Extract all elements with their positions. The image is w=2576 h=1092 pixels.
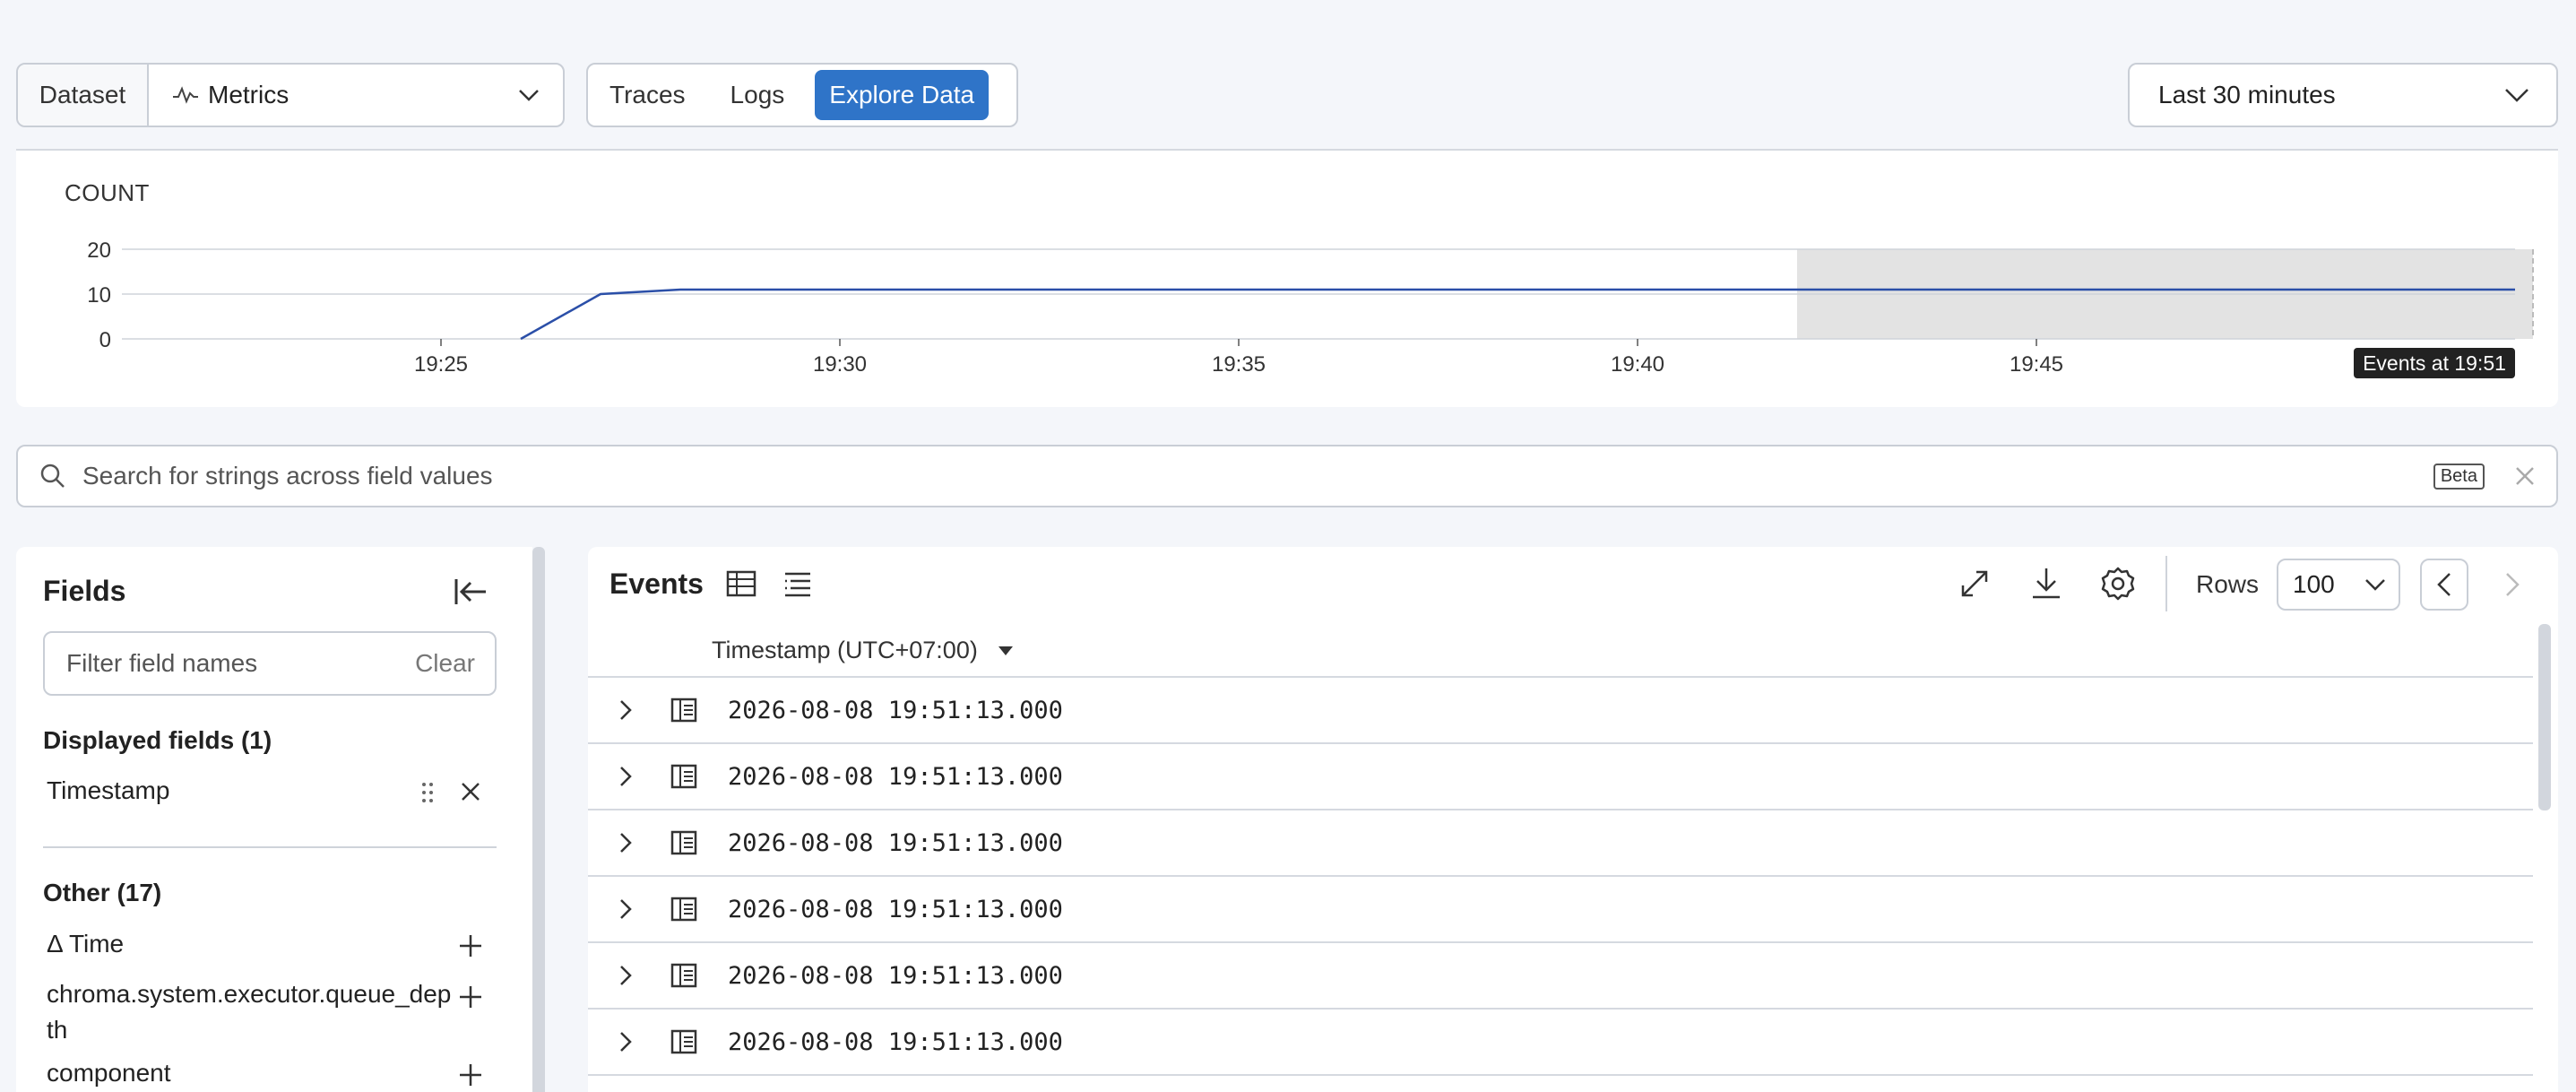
filter-field-names-input[interactable]: Filter field names Clear [43,631,497,696]
document-icon[interactable] [663,697,705,724]
document-icon[interactable] [663,829,705,856]
collapse-sidebar-icon[interactable] [454,576,488,608]
time-range-value: Last 30 minutes [2158,81,2336,108]
field-component: component [47,1059,171,1087]
close-icon[interactable] [2515,466,2535,486]
tab-logs[interactable]: Logs [716,70,800,120]
chevron-right-icon[interactable] [604,699,647,721]
event-timestamp: 2026-08-08 19:51:13.000 [728,895,1063,923]
table-row[interactable]: 2026-08-08 19:51:13.000 [588,1010,2533,1076]
dataset-value: Metrics [208,81,290,108]
fields-scrollbar[interactable] [532,547,545,1092]
search-bar[interactable]: Search for strings across field values B… [16,445,2558,507]
field-queue-depth: chroma.system.executor.queue_dep [47,980,452,1008]
clear-filter-button[interactable]: Clear [415,649,475,678]
events-scrollbar[interactable] [2538,624,2551,810]
fields-panel [16,547,532,1092]
toolbar-separator [2165,556,2167,611]
table-row[interactable]: 2026-08-08 19:51:13.000 [588,744,2533,810]
expand-icon[interactable] [1959,568,1990,599]
x-tick-label: 19:40 [1611,352,1664,377]
document-icon[interactable] [663,1028,705,1055]
chevron-right-icon[interactable] [604,1031,647,1053]
displayed-fields-header: Displayed fields (1) [43,726,272,754]
other-fields-header: Other (17) [43,879,162,906]
add-field-icon[interactable] [459,934,482,958]
add-field-icon[interactable] [459,1063,482,1087]
chart-title: COUNT [65,179,150,206]
event-timestamp: 2026-08-08 19:51:13.000 [728,696,1063,724]
y-tick-label: 0 [99,328,111,352]
prev-page-button[interactable] [2420,559,2468,611]
field-queue-depth-wrap: th [47,1016,68,1044]
chevron-left-icon [2437,573,2451,596]
tab-explore-data[interactable]: Explore Data [815,70,990,120]
chevron-down-icon [519,90,539,101]
table-row[interactable]: 2026-08-08 19:51:13.000 [588,943,2533,1010]
chevron-right-icon [2506,573,2520,596]
add-field-icon[interactable] [459,985,482,1009]
list-view-icon[interactable] [783,570,812,597]
chevron-right-icon[interactable] [604,832,647,854]
rows-value: 100 [2293,570,2335,598]
event-timestamp: 2026-08-08 19:51:13.000 [728,961,1063,990]
x-tick-label: 19:25 [414,352,468,377]
tab-traces[interactable]: Traces [595,70,700,120]
chevron-right-icon[interactable] [604,965,647,986]
timestamp-column-header[interactable]: Timestamp (UTC+07:00) [712,637,1014,664]
displayed-field-timestamp: Timestamp [47,776,170,804]
dataset-selector: Dataset Metrics [16,63,565,127]
table-row[interactable]: 2026-08-08 19:51:13.000 [588,810,2533,877]
x-tick-label: 19:35 [1212,352,1266,377]
event-timestamp: 2026-08-08 19:51:13.000 [728,1027,1063,1056]
fields-separator [43,846,497,848]
dataset-label: Dataset [18,65,149,126]
document-icon[interactable] [663,962,705,989]
search-placeholder: Search for strings across field values [82,462,493,490]
download-icon[interactable] [2031,567,2062,599]
chevron-down-icon [2505,89,2528,102]
y-tick-label: 10 [87,283,111,308]
events-title: Events [609,568,704,600]
chevron-down-icon [2365,579,2385,591]
time-range-dropdown[interactable]: Last 30 minutes [2128,63,2558,127]
gear-icon[interactable] [2101,567,2135,601]
x-tick-label: 19:45 [2010,352,2063,377]
chevron-right-icon[interactable] [604,766,647,787]
search-icon [40,464,65,488]
dataset-dropdown[interactable]: Metrics [149,65,563,126]
view-tabs: Traces Logs Explore Data [586,63,1018,127]
document-icon[interactable] [663,763,705,790]
beta-badge: Beta [2433,463,2485,490]
next-page-button[interactable] [2488,559,2537,611]
sort-down-icon [998,646,1013,655]
pulse-icon [173,86,198,104]
count-chart[interactable]: 0 10 20 19:25 19:30 19:35 19:40 19:45 Events at … [0,224,2576,386]
y-tick-label: 20 [87,238,111,263]
table-view-icon[interactable] [726,570,756,597]
chart-tooltip: Events at 19:51 [2363,351,2506,375]
field-delta-time: Δ Time [47,930,125,958]
event-timestamp: 2026-08-08 19:51:13.000 [728,828,1063,857]
chevron-right-icon[interactable] [604,898,647,920]
table-row[interactable]: 2026-08-08 19:51:13.000 [588,877,2533,943]
fields-title: Fields [43,575,126,607]
document-icon[interactable] [663,896,705,923]
table-row[interactable]: 2026-08-08 19:51:13.000 [588,678,2533,744]
remove-field-icon[interactable] [461,782,480,802]
rows-label: Rows [2196,570,2260,598]
event-timestamp: 2026-08-08 19:51:13.000 [728,762,1063,791]
column-header-label: Timestamp (UTC+07:00) [712,637,978,663]
x-tick-label: 19:30 [813,352,867,377]
rows-per-page-dropdown[interactable]: 100 [2277,559,2400,611]
filter-placeholder: Filter field names [66,649,258,677]
drag-handle-icon[interactable] [421,782,434,803]
